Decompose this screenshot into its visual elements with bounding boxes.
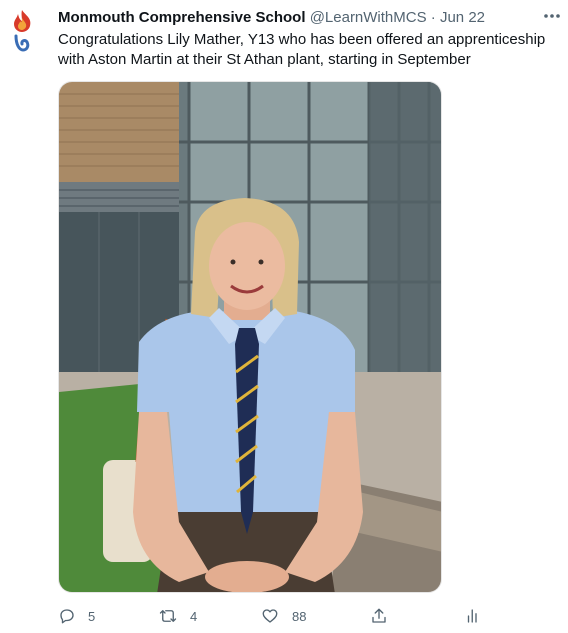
tweet-date[interactable]: Jun 22 [440, 9, 485, 26]
separator-dot: · [430, 9, 436, 26]
share-button[interactable] [370, 604, 388, 628]
reply-icon [60, 609, 74, 624]
share-icon [372, 608, 386, 623]
student-photo-image [59, 82, 441, 592]
tweet-header: Monmouth Comprehensive School @LearnWith… [58, 8, 558, 28]
tweet-text: Congratulations Lily Mather, Y13 who has… [58, 31, 546, 68]
reply-button[interactable]: 5 [58, 604, 95, 628]
author-handle[interactable]: @LearnWithMCS [310, 9, 427, 26]
school-logo-icon [14, 10, 31, 52]
reply-count: 5 [88, 608, 96, 624]
retweet-button[interactable]: 4 [158, 604, 197, 628]
author-name[interactable]: Monmouth Comprehensive School [58, 9, 306, 26]
retweet-count: 4 [190, 608, 198, 624]
retweet-icon [159, 610, 177, 622]
tweet-actions: 5 4 88 [58, 604, 498, 628]
analytics-button[interactable] [464, 604, 482, 628]
more-horizontal-icon [544, 14, 560, 18]
like-button[interactable]: 88 [260, 604, 306, 628]
analytics-icon [467, 609, 477, 623]
like-count: 88 [292, 608, 307, 624]
heart-icon [262, 609, 278, 623]
tweet-photo[interactable] [58, 81, 442, 593]
avatar[interactable] [8, 8, 36, 54]
more-options-button[interactable] [540, 6, 564, 26]
